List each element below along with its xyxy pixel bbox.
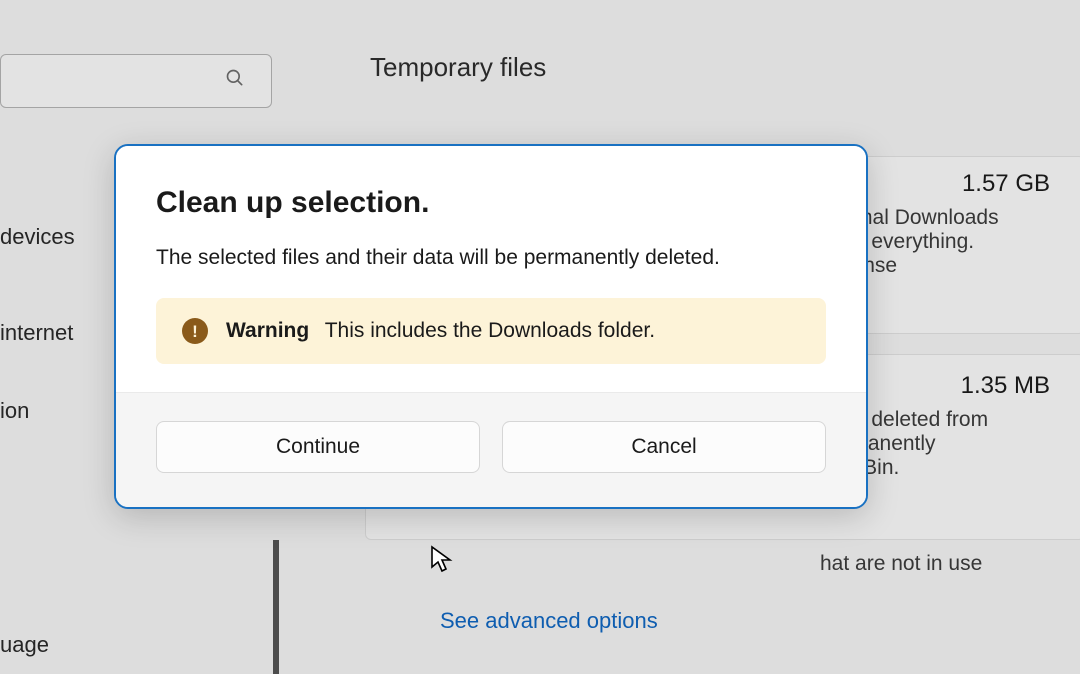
dialog-body: Clean up selection. The selected files a… [116,146,866,392]
dialog-title: Clean up selection. [156,186,826,220]
warning-label: Warning [226,319,309,342]
cancel-button[interactable]: Cancel [502,421,826,473]
warning-text: This includes the Downloads folder. [325,319,655,342]
warning-icon: ! [182,318,208,344]
continue-button[interactable]: Continue [156,421,480,473]
cleanup-dialog: Clean up selection. The selected files a… [114,144,868,509]
warning-banner: ! Warning This includes the Downloads fo… [156,298,826,364]
dialog-footer: Continue Cancel [116,392,866,507]
dialog-message: The selected files and their data will b… [156,246,826,270]
warning-text-wrap: Warning This includes the Downloads fold… [226,319,655,343]
